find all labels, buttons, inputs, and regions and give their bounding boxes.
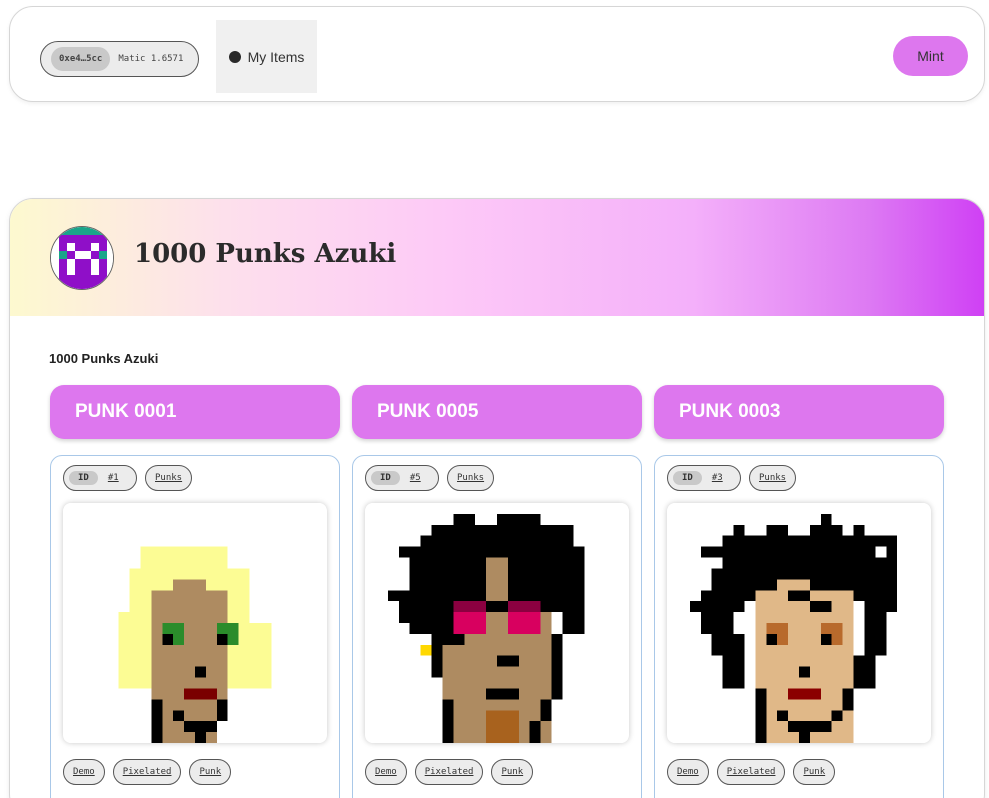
nft-title-header[interactable]: PUNK 0005 (352, 385, 642, 439)
my-items-label: My Items (247, 48, 305, 65)
id-value: #3 (711, 473, 723, 483)
punk-wild-hair-icon (668, 503, 930, 743)
tag-punk[interactable]: Punk (189, 759, 232, 785)
wallet-button[interactable]: 0xe4…5cc Matic 1.6571 (40, 41, 199, 77)
dot-icon (228, 50, 241, 63)
id-value: #1 (107, 473, 119, 483)
collection-banner: 1000 Punks Azuki (10, 199, 984, 316)
tag-demo[interactable]: Demo (63, 759, 105, 785)
nft-id-badge[interactable]: ID #3 (667, 465, 741, 491)
collection-title: 1000 Punks Azuki (134, 239, 397, 269)
tag-pixelated[interactable]: Pixelated (716, 759, 786, 785)
wallet-balance: Matic 1.6571 (118, 54, 184, 64)
collection-tag[interactable]: Punks (749, 465, 797, 491)
id-label: ID (69, 471, 98, 485)
my-items-nav[interactable]: My Items (216, 20, 317, 93)
id-value: #5 (409, 473, 421, 483)
tag-pixelated[interactable]: Pixelated (112, 759, 182, 785)
nft-card[interactable]: ID #5 Punks Demo Pixelated Punk (352, 455, 642, 798)
collection-avatar (50, 226, 114, 290)
mint-button[interactable]: Mint (893, 36, 968, 76)
nft-card[interactable]: ID #3 Punks Demo Pixelated Punk (654, 455, 944, 798)
nft-image[interactable] (63, 503, 327, 743)
nft-id-badge[interactable]: ID #1 (63, 465, 137, 491)
top-navbar: 0xe4…5cc Matic 1.6571 My Items Mint (9, 6, 985, 102)
tag-demo[interactable]: Demo (667, 759, 709, 785)
tag-pixelated[interactable]: Pixelated (414, 759, 484, 785)
collection-card: 1000 Punks Azuki 1000 Punks Azuki PUNK 0… (9, 198, 985, 798)
tag-demo[interactable]: Demo (365, 759, 407, 785)
collection-subtitle: 1000 Punks Azuki (49, 351, 159, 366)
tag-punk[interactable]: Punk (793, 759, 836, 785)
punk-wild-hair-sunglasses-icon (366, 503, 628, 743)
nft-card[interactable]: ID #1 Punks Demo Pixelated Punk (50, 455, 340, 798)
collection-tag[interactable]: Punks (447, 465, 495, 491)
nft-title-header[interactable]: PUNK 0003 (654, 385, 944, 439)
wallet-address: 0xe4…5cc (51, 47, 111, 71)
tag-punk[interactable]: Punk (491, 759, 534, 785)
nft-id-badge[interactable]: ID #5 (365, 465, 439, 491)
nft-image[interactable] (365, 503, 629, 743)
punk-blonde-hair-icon (64, 503, 326, 743)
id-label: ID (673, 471, 702, 485)
collection-tag[interactable]: Punks (145, 465, 193, 491)
nft-image[interactable] (667, 503, 931, 743)
id-label: ID (371, 471, 400, 485)
nft-title-header[interactable]: PUNK 0001 (50, 385, 340, 439)
